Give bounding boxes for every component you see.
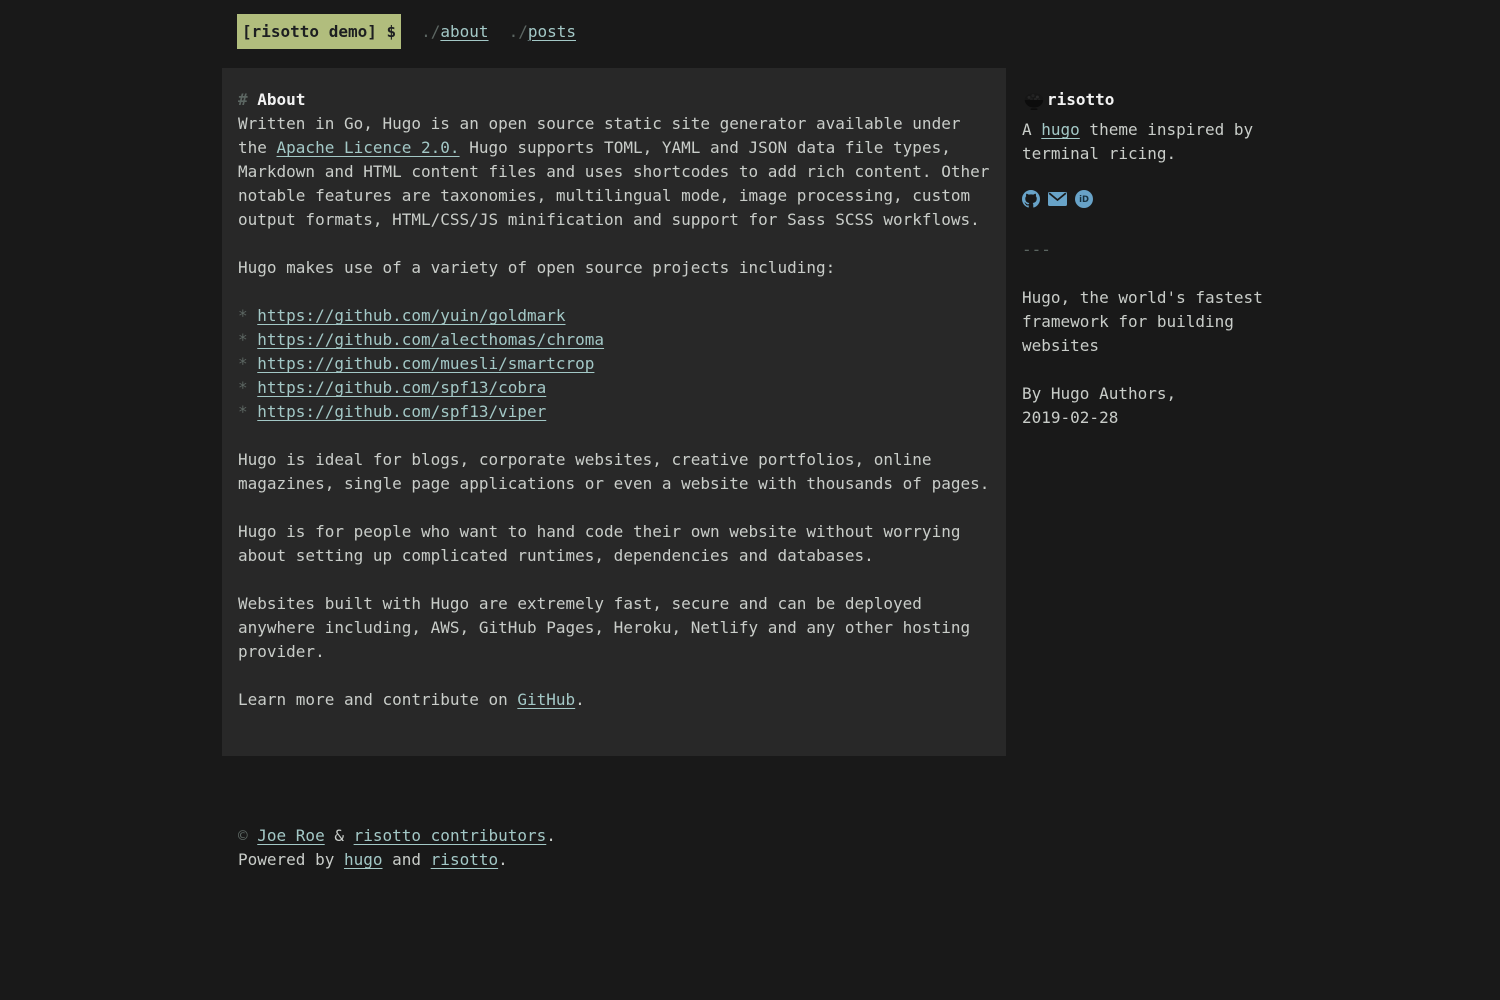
nav-items: ./about./posts (401, 20, 576, 44)
inline-link[interactable]: hugo (344, 850, 383, 869)
text-run: . (546, 826, 556, 845)
article-paragraph: Hugo is for people who want to hand code… (238, 520, 990, 568)
github-link[interactable] (1022, 190, 1040, 208)
list-item: * https://github.com/spf13/viper (238, 400, 990, 424)
text-run: & (325, 826, 354, 845)
list-bullet: * (238, 330, 257, 349)
text-run: Powered by (238, 850, 344, 869)
heading-marker: # (238, 90, 248, 109)
text-run: Learn more and contribute on (238, 690, 517, 709)
list-item: * https://github.com/muesli/smartcrop (238, 352, 990, 376)
list-bullet: * (238, 378, 257, 397)
article-title: # About (238, 88, 990, 112)
orcid-link[interactable]: iD (1075, 190, 1093, 208)
nav-item-posts: ./posts (509, 22, 576, 41)
footer-copyright: © Joe Roe & risotto contributors. (238, 824, 1278, 848)
text-run: Hugo is for people who want to hand code… (238, 522, 960, 565)
inline-link[interactable]: Apache Licence 2.0. (277, 138, 460, 157)
project-link[interactable]: https://github.com/spf13/cobra (257, 378, 546, 397)
github-icon (1022, 190, 1040, 208)
article-title-text: About (257, 90, 305, 109)
social-row: iD (1022, 190, 1278, 208)
project-link[interactable]: https://github.com/alecthomas/chroma (257, 330, 604, 349)
article-body: Written in Go, Hugo is an open source st… (238, 112, 990, 712)
top-nav: [risotto demo] $ ./about./posts (237, 14, 1278, 49)
footer: © Joe Roe & risotto contributors.Powered… (222, 824, 1278, 872)
list-item: * https://github.com/alecthomas/chroma (238, 328, 990, 352)
page-container: [risotto demo] $ ./about./posts # About … (222, 14, 1278, 872)
sidebar-tagline: A hugo theme inspired by terminal ricing… (1022, 118, 1278, 166)
article-paragraph: Hugo makes use of a variety of open sour… (238, 256, 990, 280)
project-link-list: * https://github.com/yuin/goldmark* http… (238, 304, 990, 424)
home-prompt-link[interactable]: [risotto demo] $ (237, 14, 401, 49)
nav-prefix: ./ (421, 22, 440, 41)
article-paragraph: Learn more and contribute on GitHub. (238, 688, 990, 712)
main-grid: # About Written in Go, Hugo is an open s… (222, 68, 1278, 756)
sidebar-description: Hugo, the world's fastest framework for … (1022, 286, 1278, 358)
text-run: Websites built with Hugo are extremely f… (238, 594, 970, 661)
inline-link[interactable]: risotto (431, 850, 498, 869)
sidebar-byline-block: By Hugo Authors, 2019-02-28 (1022, 382, 1278, 430)
sidebar-separator: --- (1022, 238, 1278, 262)
inline-link[interactable]: Joe Roe (257, 826, 324, 845)
nav-prefix: ./ (509, 22, 528, 41)
sidebar-byline: By Hugo Authors, (1022, 382, 1278, 406)
list-bullet: * (238, 354, 257, 373)
list-bullet: * (238, 306, 257, 325)
sidebar: risotto A hugo theme inspired by termina… (1022, 68, 1278, 430)
article-paragraph: Hugo is ideal for blogs, corporate websi… (238, 448, 990, 496)
project-link[interactable]: https://github.com/muesli/smartcrop (257, 354, 594, 373)
article-paragraph: Websites built with Hugo are extremely f… (238, 592, 990, 664)
article-paragraph: Written in Go, Hugo is an open source st… (238, 112, 990, 232)
svg-text:iD: iD (1079, 194, 1089, 204)
text-run: . (498, 850, 508, 869)
project-link[interactable]: https://github.com/yuin/goldmark (257, 306, 565, 325)
nav-item-posts-link[interactable]: posts (528, 22, 576, 41)
project-link[interactable]: https://github.com/spf13/viper (257, 402, 546, 421)
sidebar-title: risotto (1047, 88, 1114, 112)
inline-link[interactable]: GitHub (517, 690, 575, 709)
text-run: A (1022, 120, 1041, 139)
list-item: * https://github.com/yuin/goldmark (238, 304, 990, 328)
muted-text: © (238, 826, 257, 845)
orcid-icon: iD (1075, 190, 1093, 208)
inline-link[interactable]: risotto contributors (354, 826, 547, 845)
article-card: # About Written in Go, Hugo is an open s… (222, 68, 1006, 756)
nav-item-about-link[interactable]: about (440, 22, 488, 41)
footer-powered-by: Powered by hugo and risotto. (238, 848, 1278, 872)
rice-bowl-icon (1022, 88, 1046, 112)
text-run: Hugo makes use of a variety of open sour… (238, 258, 835, 277)
list-bullet: * (238, 402, 257, 421)
text-run: Hugo is ideal for blogs, corporate websi… (238, 450, 989, 493)
text-run: and (383, 850, 431, 869)
mail-icon (1048, 192, 1067, 206)
sidebar-date: 2019-02-28 (1022, 406, 1278, 430)
nav-item-about: ./about (421, 22, 488, 41)
inline-link[interactable]: hugo (1041, 120, 1080, 139)
sidebar-header: risotto (1022, 88, 1278, 112)
list-item: * https://github.com/spf13/cobra (238, 376, 990, 400)
email-link[interactable] (1048, 192, 1067, 206)
text-run: . (575, 690, 585, 709)
